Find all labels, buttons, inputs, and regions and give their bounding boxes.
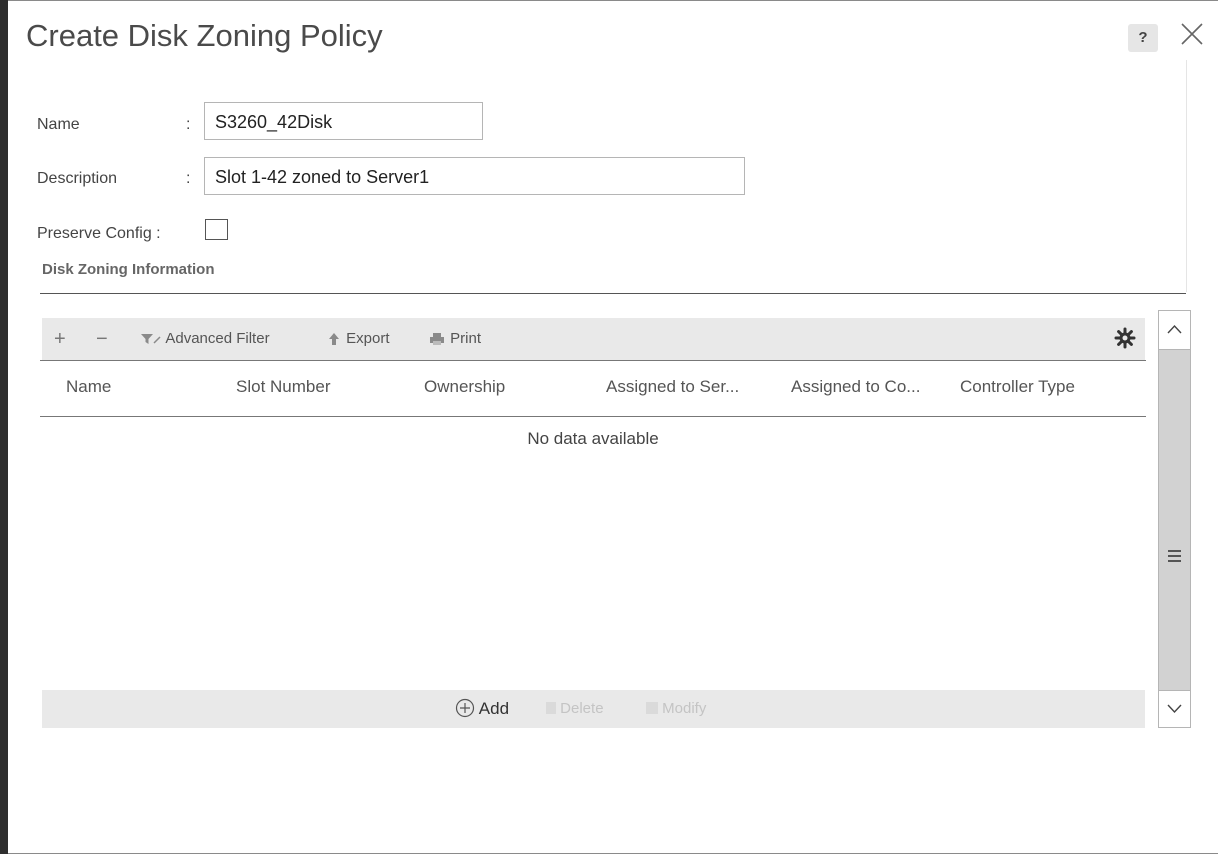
add-button[interactable]: Add [455, 690, 509, 728]
empty-table-message: No data available [527, 429, 659, 448]
column-header-ownership[interactable]: Ownership [424, 377, 505, 397]
divider [1186, 60, 1187, 292]
printer-icon [428, 330, 450, 347]
name-label: Name [37, 116, 80, 133]
export-button[interactable]: Export [326, 318, 390, 360]
description-colon: : [186, 170, 191, 187]
advanced-filter-button[interactable]: Advanced Filter [140, 318, 270, 360]
column-header-slot-number[interactable]: Slot Number [236, 377, 330, 397]
table-header-border [40, 416, 1146, 417]
add-circle-icon [455, 698, 479, 718]
scroll-thumb[interactable] [1159, 349, 1190, 691]
section-divider [40, 293, 1186, 294]
remove-row-icon[interactable]: − [96, 318, 108, 360]
dialog-title: Create Disk Zoning Policy [26, 18, 383, 53]
preserve-config-label: Preserve Config : [37, 225, 161, 242]
filter-icon [140, 330, 165, 347]
table-footer: Add Delete Modify [42, 690, 1145, 728]
print-label: Print [450, 330, 482, 347]
add-row-icon[interactable]: + [54, 318, 66, 360]
column-header-assigned-server[interactable]: Assigned to Ser... [606, 377, 739, 397]
delete-button[interactable]: Delete [546, 690, 604, 728]
modify-button[interactable]: Modify [646, 690, 706, 728]
help-icon[interactable]: ? [1128, 24, 1158, 52]
column-header-assigned-controller[interactable]: Assigned to Co... [791, 377, 920, 397]
export-icon [326, 330, 346, 347]
table-scrollbar[interactable] [1158, 310, 1191, 728]
modify-icon [646, 702, 658, 714]
scroll-grip-icon [1168, 550, 1181, 565]
window-left-edge [0, 0, 8, 854]
table-toolbar: + − Advanced Filter Export Print [42, 318, 1145, 360]
gear-icon[interactable] [1114, 327, 1136, 349]
print-button[interactable]: Print [428, 318, 481, 360]
close-icon[interactable] [1174, 16, 1210, 52]
modify-label: Modify [662, 700, 707, 717]
column-header-name[interactable]: Name [66, 377, 111, 397]
table-top-border [40, 360, 1146, 361]
scroll-up-icon[interactable] [1159, 311, 1190, 349]
advanced-filter-label: Advanced Filter [165, 330, 270, 347]
section-title: Disk Zoning Information [42, 261, 215, 278]
scroll-down-icon[interactable] [1159, 691, 1190, 727]
delete-icon [546, 702, 556, 714]
add-label: Add [478, 699, 510, 718]
column-header-controller-type[interactable]: Controller Type [960, 377, 1075, 397]
delete-label: Delete [560, 700, 604, 717]
description-input[interactable]: Slot 1-42 zoned to Server1 [204, 157, 745, 195]
name-colon: : [186, 116, 191, 133]
preserve-config-checkbox[interactable] [205, 219, 228, 240]
export-label: Export [346, 330, 390, 347]
description-label: Description [37, 170, 118, 187]
name-input[interactable]: S3260_42Disk [204, 102, 483, 140]
